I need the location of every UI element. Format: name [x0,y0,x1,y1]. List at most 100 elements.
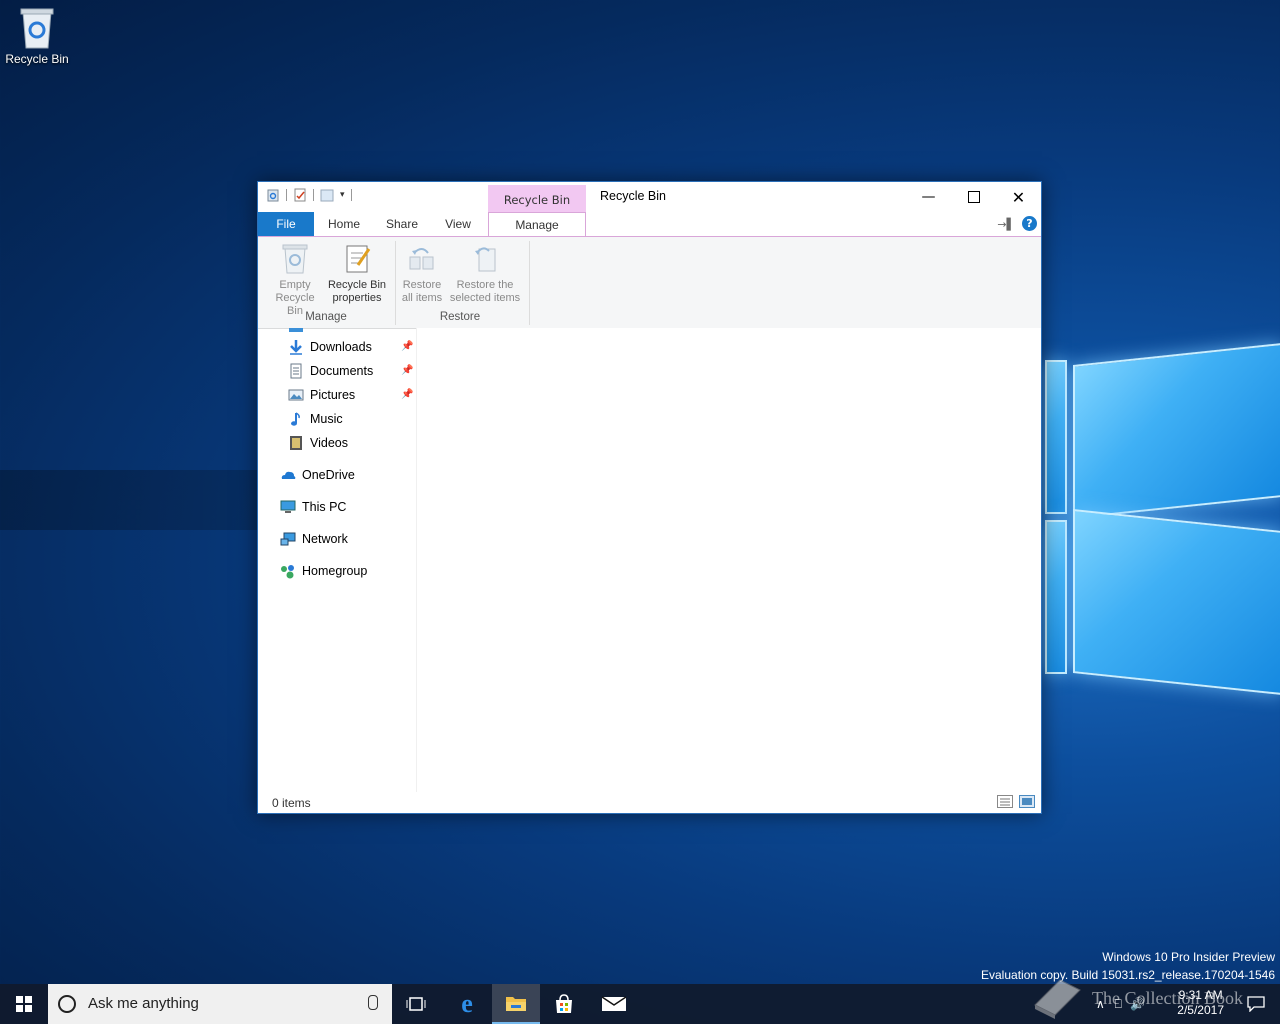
details-view-icon [997,795,1013,808]
downloads-icon [288,339,304,355]
details-view-button[interactable] [997,795,1013,808]
microphone-icon[interactable] [368,995,378,1010]
recycle-bin-icon [17,6,57,50]
properties-label-1: Recycle Bin [327,279,387,291]
help-icon[interactable]: ? [1022,216,1037,231]
nav-item-this-pc[interactable]: This PC [280,497,346,517]
taskbar: Ask me anything e ∧ ⎕ 🔊 9:31 AM 2/5/2017 [0,984,1280,1024]
window-title: Recycle Bin [600,189,666,203]
nav-label-network: Network [302,532,348,546]
nav-label-videos: Videos [310,436,348,450]
quick-access-toolbar: ▾ [266,188,352,202]
group-manage-label: Manage [305,311,347,323]
properties-icon[interactable] [293,188,307,202]
tab-manage[interactable]: Manage [488,212,586,236]
videos-icon [288,435,304,451]
onedrive-icon [280,467,296,483]
task-view-icon [406,997,426,1011]
desktop-recycle-bin-icon[interactable]: Recycle Bin [4,6,70,66]
file-explorer-taskbar-button[interactable] [492,984,540,1024]
pin-ribbon-icon[interactable]: →▌ [997,218,1015,231]
status-item-count: 0 items [272,796,311,810]
edge-taskbar-button[interactable]: e [443,984,491,1024]
nav-label-music: Music [310,412,343,426]
nav-item-downloads[interactable]: Downloads [288,337,372,357]
group-restore-label: Restore [439,311,481,323]
nav-label-onedrive: OneDrive [302,468,355,482]
properties-label-2: properties [332,292,382,304]
large-icons-view-icon [1019,795,1035,808]
minimize-icon: — [921,189,936,205]
build-watermark-line1: Windows 10 Pro Insider Preview [1102,950,1275,964]
nav-label-homegroup: Homegroup [302,564,368,578]
restore-all-label-2: all items [401,292,443,304]
music-icon [288,411,304,427]
empty-recycle-bin-icon [279,243,311,275]
large-icons-view-button[interactable] [1019,795,1035,808]
title-bar[interactable]: ▾ Recycle Bin Tools Recycle Bin — ✕ [258,182,1041,237]
this-pc-icon [280,499,296,515]
mail-icon [602,996,626,1011]
maximize-icon [967,191,980,203]
tab-home[interactable]: Home [320,212,368,236]
nav-label-this-pc: This PC [302,500,347,514]
network-icon [280,531,296,547]
empty-recycle-bin-label-1: Empty [279,279,311,291]
homegroup-icon [280,563,296,579]
nav-item-network[interactable]: Network [280,529,348,549]
task-view-button[interactable] [392,984,440,1024]
empty-recycle-bin-button[interactable]: Empty Recycle Bin [266,243,324,318]
cortana-search-box[interactable]: Ask me anything [48,984,392,1024]
nav-item-onedrive[interactable]: OneDrive [280,465,355,485]
customize-qat-chevron-icon[interactable]: ▾ [340,190,345,200]
tab-share[interactable]: Share [378,212,426,236]
ribbon-panel: Empty Recycle Bin Recycle Bin properties… [258,237,1041,329]
desktop-icon [288,328,304,336]
new-folder-icon[interactable] [320,188,334,202]
restore-selected-icon [469,243,501,275]
nav-label-documents: Documents [310,364,374,378]
restore-all-button[interactable]: Restore all items [398,243,446,305]
contextual-tab-group: Recycle Bin Tools [488,185,586,237]
nav-item-pictures[interactable]: Pictures [288,385,355,405]
pin-icon[interactable]: 📌 [401,389,413,400]
recycle-bin-small-icon[interactable] [266,188,280,202]
restore-selected-label-1: Restore the [456,279,514,291]
tab-file[interactable]: File [258,212,314,236]
ribbon-tabs: File Home Share View Manage →▌ ? [258,212,1041,237]
start-button[interactable] [0,984,48,1024]
documents-icon [288,363,304,379]
restore-selected-button[interactable]: Restore the selected items [448,243,522,305]
pin-icon[interactable]: 📌 [401,365,413,376]
nav-label-pictures: Pictures [310,388,356,402]
overlay-watermark-text: The Collection Book [1092,988,1243,1008]
nav-item-homegroup[interactable]: Homegroup [280,561,367,581]
action-center-icon [1247,996,1265,1012]
restore-all-label-1: Restore [402,279,442,291]
restore-selected-label-2: selected items [449,292,521,304]
mail-taskbar-button[interactable] [590,984,638,1024]
build-watermark-line2: Evaluation copy. Build 15031.rs2_release… [981,968,1275,982]
cortana-icon [58,995,76,1013]
pin-icon[interactable]: 📌 [401,341,413,352]
search-placeholder: Ask me anything [88,995,199,1012]
close-icon: ✕ [1011,187,1026,207]
maximize-button[interactable] [951,182,996,212]
pictures-icon [288,387,304,403]
nav-label-downloads: Downloads [310,340,372,354]
desktop-recycle-bin-label: Recycle Bin [5,52,69,66]
store-taskbar-button[interactable] [540,984,588,1024]
file-list-area[interactable] [417,328,1041,790]
book-icon [1034,979,1081,1019]
windows-logo-wallpaper [1045,330,1280,710]
minimize-button[interactable]: — [906,182,951,212]
properties-large-icon [341,243,373,275]
nav-item-music[interactable]: Music [288,409,343,429]
folder-icon [506,997,526,1011]
store-icon [556,994,572,1013]
tab-view[interactable]: View [434,212,482,236]
nav-item-videos[interactable]: Videos [288,433,348,453]
recycle-bin-properties-button[interactable]: Recycle Bin properties [326,243,388,305]
nav-item-documents[interactable]: Documents [288,361,373,381]
close-button[interactable]: ✕ [996,182,1041,212]
